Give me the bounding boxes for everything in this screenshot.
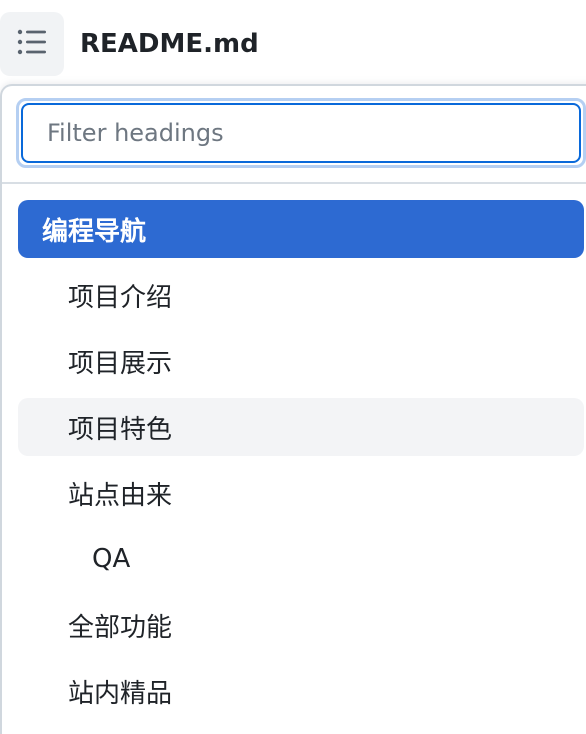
heading-label: 项目展示 (68, 348, 173, 379)
heading-item-zhandianyoulai[interactable]: 站点由来 (18, 464, 584, 522)
heading-label: 站内精品 (68, 678, 173, 709)
list-unordered-icon (17, 29, 47, 59)
heading-item-qa[interactable]: QA (18, 530, 584, 588)
heading-item-quanbugongneng[interactable]: 全部功能 (18, 596, 584, 654)
headings-dropdown: 编程导航 项目介绍 项目展示 项目特色 站点由来 QA 全部功能 站内精品 (0, 84, 586, 734)
heading-label: 站点由来 (68, 480, 173, 511)
headings-list: 编程导航 项目介绍 项目展示 项目特色 站点由来 QA 全部功能 站内精品 (18, 200, 584, 728)
file-header: README.md (0, 0, 586, 86)
heading-label: 项目特色 (68, 414, 173, 445)
heading-label: 全部功能 (68, 612, 173, 643)
heading-label: QA (92, 544, 131, 574)
heading-item-xiangmuzhanshi[interactable]: 项目展示 (18, 332, 584, 390)
heading-item-xiangmujieshao[interactable]: 项目介绍 (18, 266, 584, 324)
heading-item-xiangmutese[interactable]: 项目特色 (18, 398, 584, 456)
heading-label: 项目介绍 (68, 282, 173, 313)
divider (2, 182, 586, 184)
filter-focus-ring (16, 98, 586, 168)
filter-headings-input[interactable] (21, 103, 581, 163)
heading-label: 编程导航 (42, 216, 147, 247)
heading-item-zhanneijingpin[interactable]: 站内精品 (18, 662, 584, 720)
heading-item-bianchengdaohang[interactable]: 编程导航 (18, 200, 584, 258)
file-title: README.md (80, 29, 259, 59)
table-of-contents-button[interactable] (0, 12, 64, 76)
